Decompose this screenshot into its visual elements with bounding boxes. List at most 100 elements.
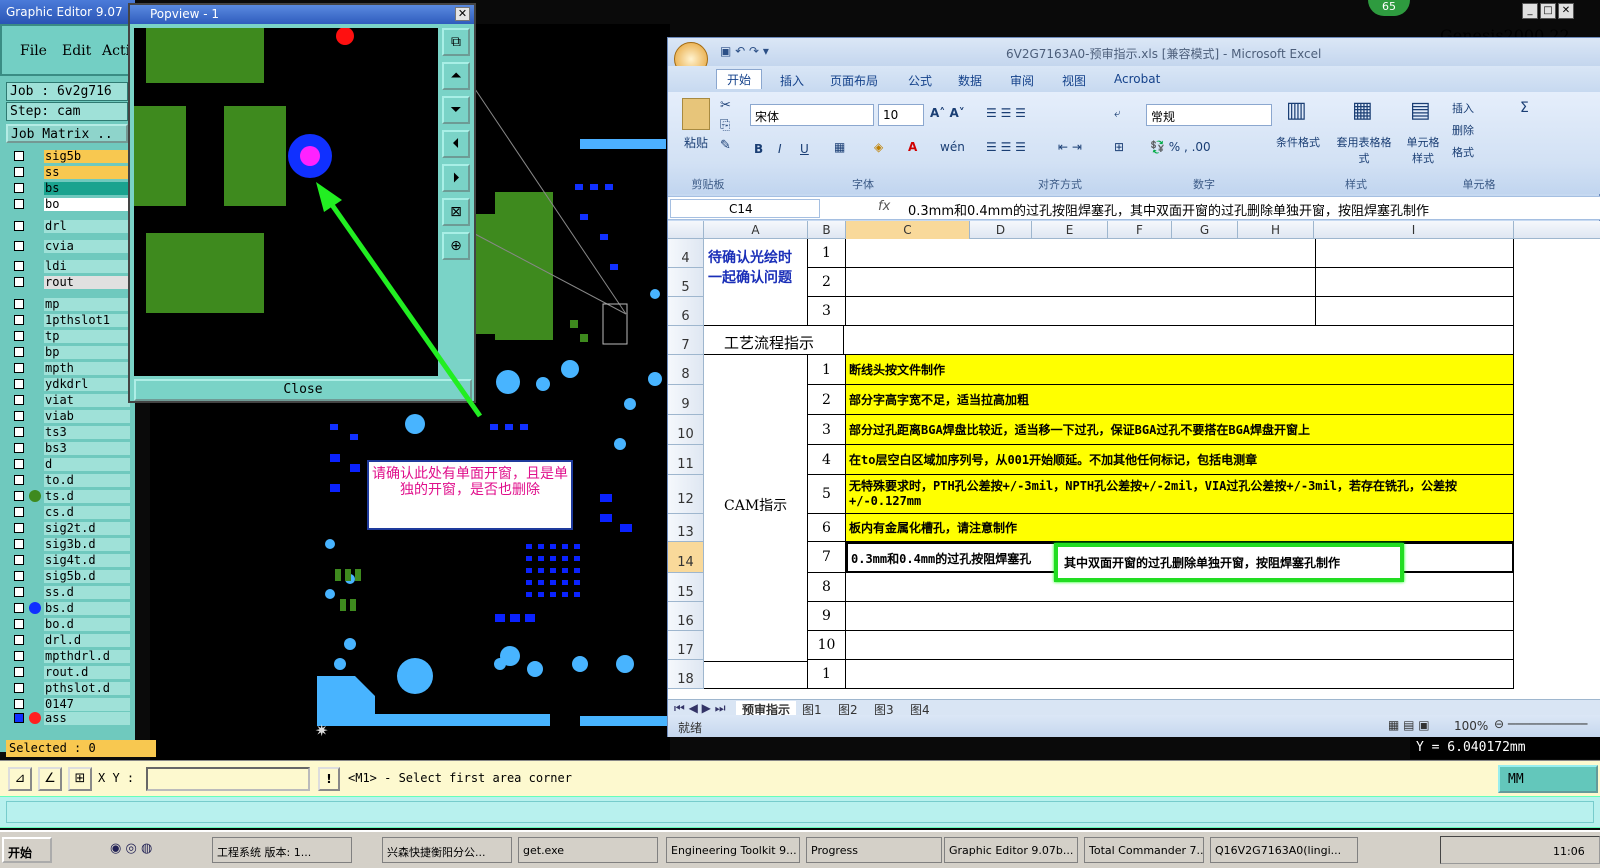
- select-all-corner[interactable]: [668, 221, 704, 239]
- section-confirm-cell[interactable]: 待确认光绘时一起确认问题: [704, 239, 808, 326]
- layer-checkbox[interactable]: [14, 713, 24, 723]
- taskbar-item[interactable]: 工程系统 版本: 1...: [212, 837, 352, 863]
- row-header[interactable]: 10: [668, 415, 704, 445]
- row-header[interactable]: 7: [668, 326, 704, 355]
- fill-color-icon[interactable]: ◈: [874, 140, 883, 154]
- layer-row[interactable]: cs.d: [8, 506, 130, 520]
- layer-row[interactable]: pthslot.d: [8, 682, 130, 696]
- section-cam-cell[interactable]: CAM指示: [704, 355, 808, 662]
- phonetic-icon[interactable]: wén: [940, 140, 965, 154]
- layer-row[interactable]: sig5b: [8, 150, 130, 164]
- sheet-nav-icon[interactable]: ⏮ ◀ ▶ ⏭: [674, 701, 726, 716]
- tab-data[interactable]: 数据: [958, 72, 982, 89]
- number-cell[interactable]: 1: [808, 355, 846, 385]
- layer-row[interactable]: cvia: [8, 240, 130, 254]
- layer-row[interactable]: ts3: [8, 426, 130, 440]
- layer-row[interactable]: sig3b.d: [8, 538, 130, 552]
- pan-down-icon[interactable]: ⏷: [442, 96, 470, 124]
- layer-checkbox[interactable]: [14, 315, 24, 325]
- accounting-icon[interactable]: 💱 % , .00: [1150, 140, 1211, 154]
- font-size-select[interactable]: 10: [878, 104, 924, 126]
- row-header[interactable]: 12: [668, 475, 704, 514]
- layer-row[interactable]: ydkdrl: [8, 378, 130, 392]
- cam-item-cell[interactable]: 无特殊要求时，PTH孔公差按+/-3mil，NPTH孔公差按+/-2mil，VI…: [846, 475, 1514, 514]
- layer-checkbox[interactable]: [14, 395, 24, 405]
- cam-item-cell[interactable]: [846, 602, 1514, 631]
- row-header[interactable]: 6: [668, 297, 704, 326]
- borders-icon[interactable]: ▦: [834, 140, 845, 154]
- tab-formulas[interactable]: 公式: [908, 72, 932, 89]
- layer-row[interactable]: bp: [8, 346, 130, 360]
- column-header-e[interactable]: E: [1032, 221, 1108, 239]
- taskbar-item[interactable]: Q16V2G7163A0(lingi...: [1210, 837, 1358, 863]
- close-icon[interactable]: ✕: [1558, 3, 1574, 19]
- angle-icon[interactable]: ∠: [38, 767, 62, 791]
- layer-row[interactable]: to.d: [8, 474, 130, 488]
- layer-checkbox[interactable]: [14, 635, 24, 645]
- minimize-icon[interactable]: _: [1522, 3, 1538, 19]
- tab-insert[interactable]: 插入: [780, 72, 804, 89]
- merge-center-icon[interactable]: ⊞: [1114, 140, 1124, 154]
- align-top-icon[interactable]: ☰ ☰ ☰: [986, 106, 1026, 120]
- layer-row[interactable]: ss.d: [8, 586, 130, 600]
- number-cell[interactable]: 1: [808, 660, 846, 689]
- layer-checkbox[interactable]: [14, 555, 24, 565]
- layer-row[interactable]: rout: [8, 276, 130, 290]
- zoom-slider[interactable]: ⊖ ───────────: [1494, 717, 1587, 731]
- number-cell[interactable]: 8: [808, 573, 846, 602]
- layer-row[interactable]: sig2t.d: [8, 522, 130, 536]
- number-cell[interactable]: 6: [808, 514, 846, 542]
- copy-icon[interactable]: ⎘: [720, 118, 730, 133]
- delete-cells-button[interactable]: 删除: [1452, 122, 1474, 138]
- quick-launch-icons[interactable]: ◉ ◎ ◍: [110, 841, 152, 856]
- insert-cells-button[interactable]: 插入: [1452, 100, 1474, 116]
- layer-checkbox[interactable]: [14, 491, 24, 501]
- layer-row[interactable]: bs3: [8, 442, 130, 456]
- row-header[interactable]: 15: [668, 573, 704, 602]
- row-header[interactable]: 5: [668, 268, 704, 297]
- cell-style-label[interactable]: 单元格样式: [1402, 134, 1444, 166]
- number-format-select[interactable]: 常规: [1146, 104, 1272, 126]
- taskbar-item[interactable]: get.exe: [518, 837, 658, 863]
- layer-checkbox[interactable]: [14, 183, 24, 193]
- layer-checkbox[interactable]: [14, 571, 24, 581]
- number-cell[interactable]: 10: [808, 631, 846, 660]
- number-cell[interactable]: 5: [808, 475, 846, 514]
- cam-item-cell[interactable]: 在to层空白区域加序列号，从001开始顺延。不加其他任何标记，包括电测章: [846, 445, 1514, 475]
- layer-checkbox[interactable]: [14, 603, 24, 613]
- layer-row[interactable]: mpthdrl.d: [8, 650, 130, 664]
- column-header-f[interactable]: F: [1108, 221, 1172, 239]
- layer-checkbox[interactable]: [14, 221, 24, 231]
- row-header[interactable]: 8: [668, 355, 704, 385]
- taskbar-item[interactable]: Engineering Toolkit 9...: [666, 837, 800, 863]
- paste-icon[interactable]: [682, 98, 710, 130]
- column-header-i[interactable]: I: [1314, 221, 1514, 239]
- cam-item-cell[interactable]: 部分字高字宽不足，适当拉高加粗: [846, 385, 1514, 415]
- row-header[interactable]: 17: [668, 631, 704, 660]
- cell[interactable]: [1316, 268, 1514, 297]
- layer-checkbox[interactable]: [14, 379, 24, 389]
- row-header[interactable]: 13: [668, 514, 704, 542]
- xy-input[interactable]: [146, 767, 310, 791]
- indent-icon[interactable]: ⇤ ⇥: [1058, 140, 1082, 154]
- cell-style-icon[interactable]: ▤: [1410, 98, 1431, 123]
- sum-icon[interactable]: Σ: [1520, 100, 1529, 116]
- cell[interactable]: [704, 660, 808, 689]
- layer-row[interactable]: viat: [8, 394, 130, 408]
- column-header-b[interactable]: B: [808, 221, 846, 239]
- column-header-a[interactable]: A: [704, 221, 808, 239]
- cam-item-cell[interactable]: 板内有金属化槽孔，请注意制作: [846, 514, 1514, 542]
- cell[interactable]: [1316, 239, 1514, 268]
- column-header-c[interactable]: C: [846, 221, 970, 239]
- tab-home[interactable]: 开始: [716, 69, 763, 89]
- pan-up-icon[interactable]: ⏶: [442, 62, 470, 90]
- cell[interactable]: [1316, 297, 1514, 326]
- spreadsheet-grid[interactable]: A B C D E F G H I 4 5 6 7 8 9 10 11 12 13 14 15 16 17…: [668, 221, 1600, 699]
- layer-checkbox[interactable]: [14, 347, 24, 357]
- taskbar-item[interactable]: 兴森快捷衡阳分公...: [382, 837, 512, 863]
- format-cells-button[interactable]: 格式: [1452, 144, 1474, 160]
- layer-checkbox[interactable]: [14, 277, 24, 287]
- section-flow-cell[interactable]: 工艺流程指示: [704, 326, 844, 355]
- pan-left-icon[interactable]: ⏴: [442, 130, 470, 158]
- menu-file[interactable]: File: [20, 43, 47, 59]
